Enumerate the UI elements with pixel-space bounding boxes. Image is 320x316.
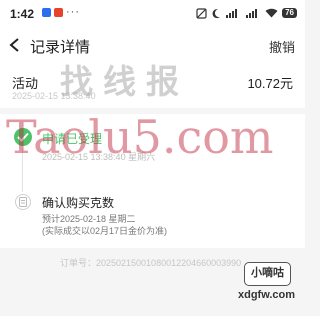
app-notification-icon <box>54 8 63 17</box>
activity-amount: 10.72元 <box>247 76 293 91</box>
status-right-icons: 76 <box>196 7 297 19</box>
wifi-icon <box>265 8 278 18</box>
moon-icon <box>212 8 221 18</box>
status-bar: 1:42 ··· 76 <box>0 0 305 28</box>
status-time: 1:42 <box>10 7 35 21</box>
notification-icons: ··· <box>42 6 80 18</box>
signal-icon <box>226 9 238 18</box>
more-notifications-icon: ··· <box>66 6 80 18</box>
watermark-text: 找线报 <box>60 62 189 101</box>
cancel-button[interactable]: 撤销 <box>269 37 295 56</box>
battery-icon: 76 <box>282 8 297 18</box>
activity-label: 活动 <box>12 76 39 91</box>
order-number: 订单号：20250215001080012204660003990 <box>60 258 242 268</box>
watermark-badge: 小嘀咕 <box>244 262 291 286</box>
step-note: (实际成交以02月17日金价为准) <box>42 226 168 236</box>
page-title: 记录详情 <box>30 39 91 56</box>
back-arrow-icon[interactable] <box>8 37 22 53</box>
step-title: 确认购买克数 <box>42 196 115 210</box>
signal-icon <box>246 9 258 18</box>
document-icon <box>15 194 31 210</box>
watermark-text: Taolu5.com <box>6 110 274 164</box>
watermark-url: xdgfw.com <box>238 289 296 301</box>
app-notification-icon <box>42 8 51 17</box>
no-sim-icon <box>196 7 207 19</box>
